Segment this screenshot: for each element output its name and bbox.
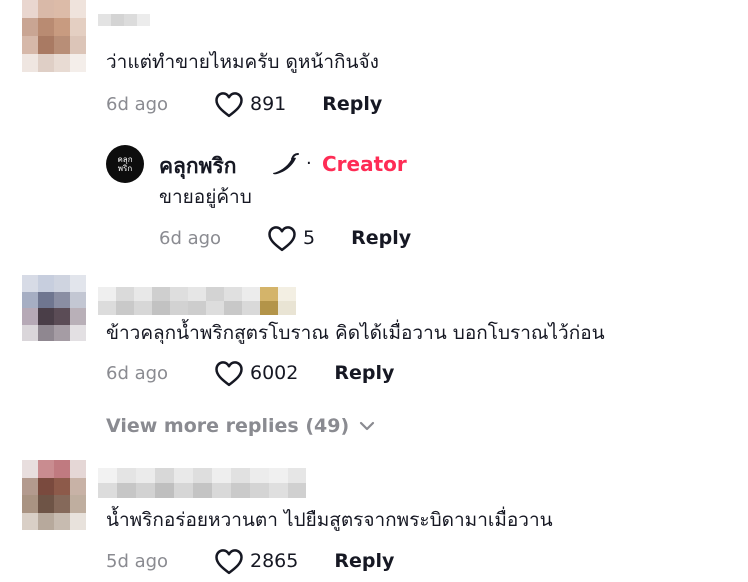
comment-meta: 6d ago 6002 Reply	[106, 358, 394, 388]
creator-avatar[interactable]: คลุก พริก	[106, 145, 144, 183]
heart-icon	[215, 92, 243, 118]
like-count: 2865	[250, 550, 299, 572]
reply-button[interactable]: Reply	[334, 550, 394, 572]
comment-text: น้ำพริกอร่อยหวานตา ไปยืมสูตรจากพระบิดามา…	[106, 509, 553, 531]
chili-pepper-icon	[273, 153, 299, 175]
heart-icon	[215, 361, 243, 387]
separator-dot: ·	[306, 153, 312, 174]
reply-timestamp: 6d ago	[159, 227, 222, 249]
creator-avatar-logo-line2: พริก	[117, 164, 133, 173]
heart-icon	[268, 226, 296, 252]
comment-meta: 6d ago 891 Reply	[106, 89, 382, 119]
creator-avatar-logo-line1: คลุก	[117, 155, 133, 164]
commenter-username[interactable]	[98, 14, 150, 26]
creator-username[interactable]: คลุกพริก	[159, 150, 236, 183]
view-more-replies-button[interactable]: View more replies (49)	[106, 415, 375, 437]
like-count: 5	[303, 227, 316, 249]
reply-text: ขายอยู่ค้าบ	[159, 186, 252, 208]
comment-timestamp: 5d ago	[106, 550, 169, 572]
commenter-avatar[interactable]	[22, 0, 86, 72]
commenter-avatar[interactable]	[22, 460, 86, 530]
commenter-username[interactable]	[98, 468, 306, 498]
reply-button[interactable]: Reply	[351, 227, 411, 249]
creator-badge: Creator	[322, 152, 407, 176]
commenter-avatar[interactable]	[22, 275, 86, 341]
chevron-down-icon	[360, 421, 375, 431]
comment-text: ว่าแต่ทำขายไหมครับ ดูหน้ากินจัง	[106, 51, 379, 73]
comment-text: ข้าวคลุกน้ำพริกสูตรโบราณ คิดได้เมื่อวาน …	[106, 322, 605, 344]
reply-meta: 6d ago 5 Reply	[159, 223, 411, 253]
commenter-username[interactable]	[98, 287, 296, 315]
like-count: 6002	[250, 362, 299, 384]
like-button[interactable]: 6002	[214, 359, 298, 387]
reply-button[interactable]: Reply	[334, 362, 394, 384]
comment-timestamp: 6d ago	[106, 93, 169, 115]
comment-timestamp: 6d ago	[106, 362, 169, 384]
comment-meta: 5d ago 2865 Reply	[106, 546, 394, 576]
reply-button[interactable]: Reply	[322, 93, 382, 115]
like-button[interactable]: 2865	[214, 547, 298, 575]
heart-icon	[215, 549, 243, 575]
like-count: 891	[250, 93, 287, 115]
like-button[interactable]: 5	[267, 224, 315, 252]
like-button[interactable]: 891	[214, 90, 286, 118]
view-more-replies-label: View more replies (49)	[106, 415, 350, 437]
